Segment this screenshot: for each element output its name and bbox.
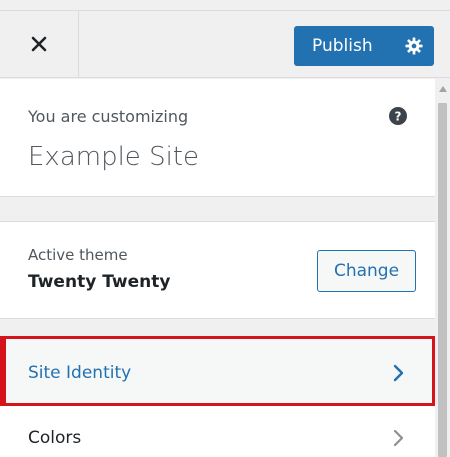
publish-button[interactable]: Publish [294, 36, 394, 56]
customizing-label: You are customizing [28, 107, 189, 126]
customizer-panel: Publish You are customizing Example Site… [0, 0, 450, 457]
theme-name: Twenty Twenty [28, 272, 171, 292]
menu-item-label: Colors [28, 428, 82, 448]
scroll-up-arrow-icon[interactable] [435, 83, 450, 95]
scrollbar-thumb[interactable] [438, 103, 447, 457]
publish-settings-button[interactable] [394, 26, 434, 66]
menu-item-site-identity[interactable]: Site Identity [0, 336, 435, 406]
section-divider [0, 318, 435, 336]
chevron-right-icon [393, 429, 404, 447]
question-circle-icon[interactable]: ? [389, 107, 407, 125]
menu-item-colors[interactable]: Colors [0, 406, 435, 457]
customizer-header: Publish [0, 10, 450, 78]
close-button[interactable] [0, 11, 79, 77]
active-theme-label: Active theme [28, 246, 128, 264]
customizer-info-section: You are customizing Example Site ? [0, 79, 435, 196]
section-divider [0, 196, 435, 222]
active-theme-section: Active theme Twenty Twenty Change [0, 222, 435, 318]
site-name: Example Site [28, 142, 199, 172]
chevron-right-icon [393, 364, 404, 382]
menu-item-label: Site Identity [28, 363, 132, 383]
publish-group: Publish [294, 26, 434, 66]
scrollbar[interactable] [435, 79, 450, 457]
gear-icon [405, 37, 423, 55]
svg-text:?: ? [395, 110, 402, 124]
change-theme-button[interactable]: Change [317, 250, 416, 292]
close-icon [31, 36, 47, 52]
caret-up-icon [438, 86, 447, 92]
